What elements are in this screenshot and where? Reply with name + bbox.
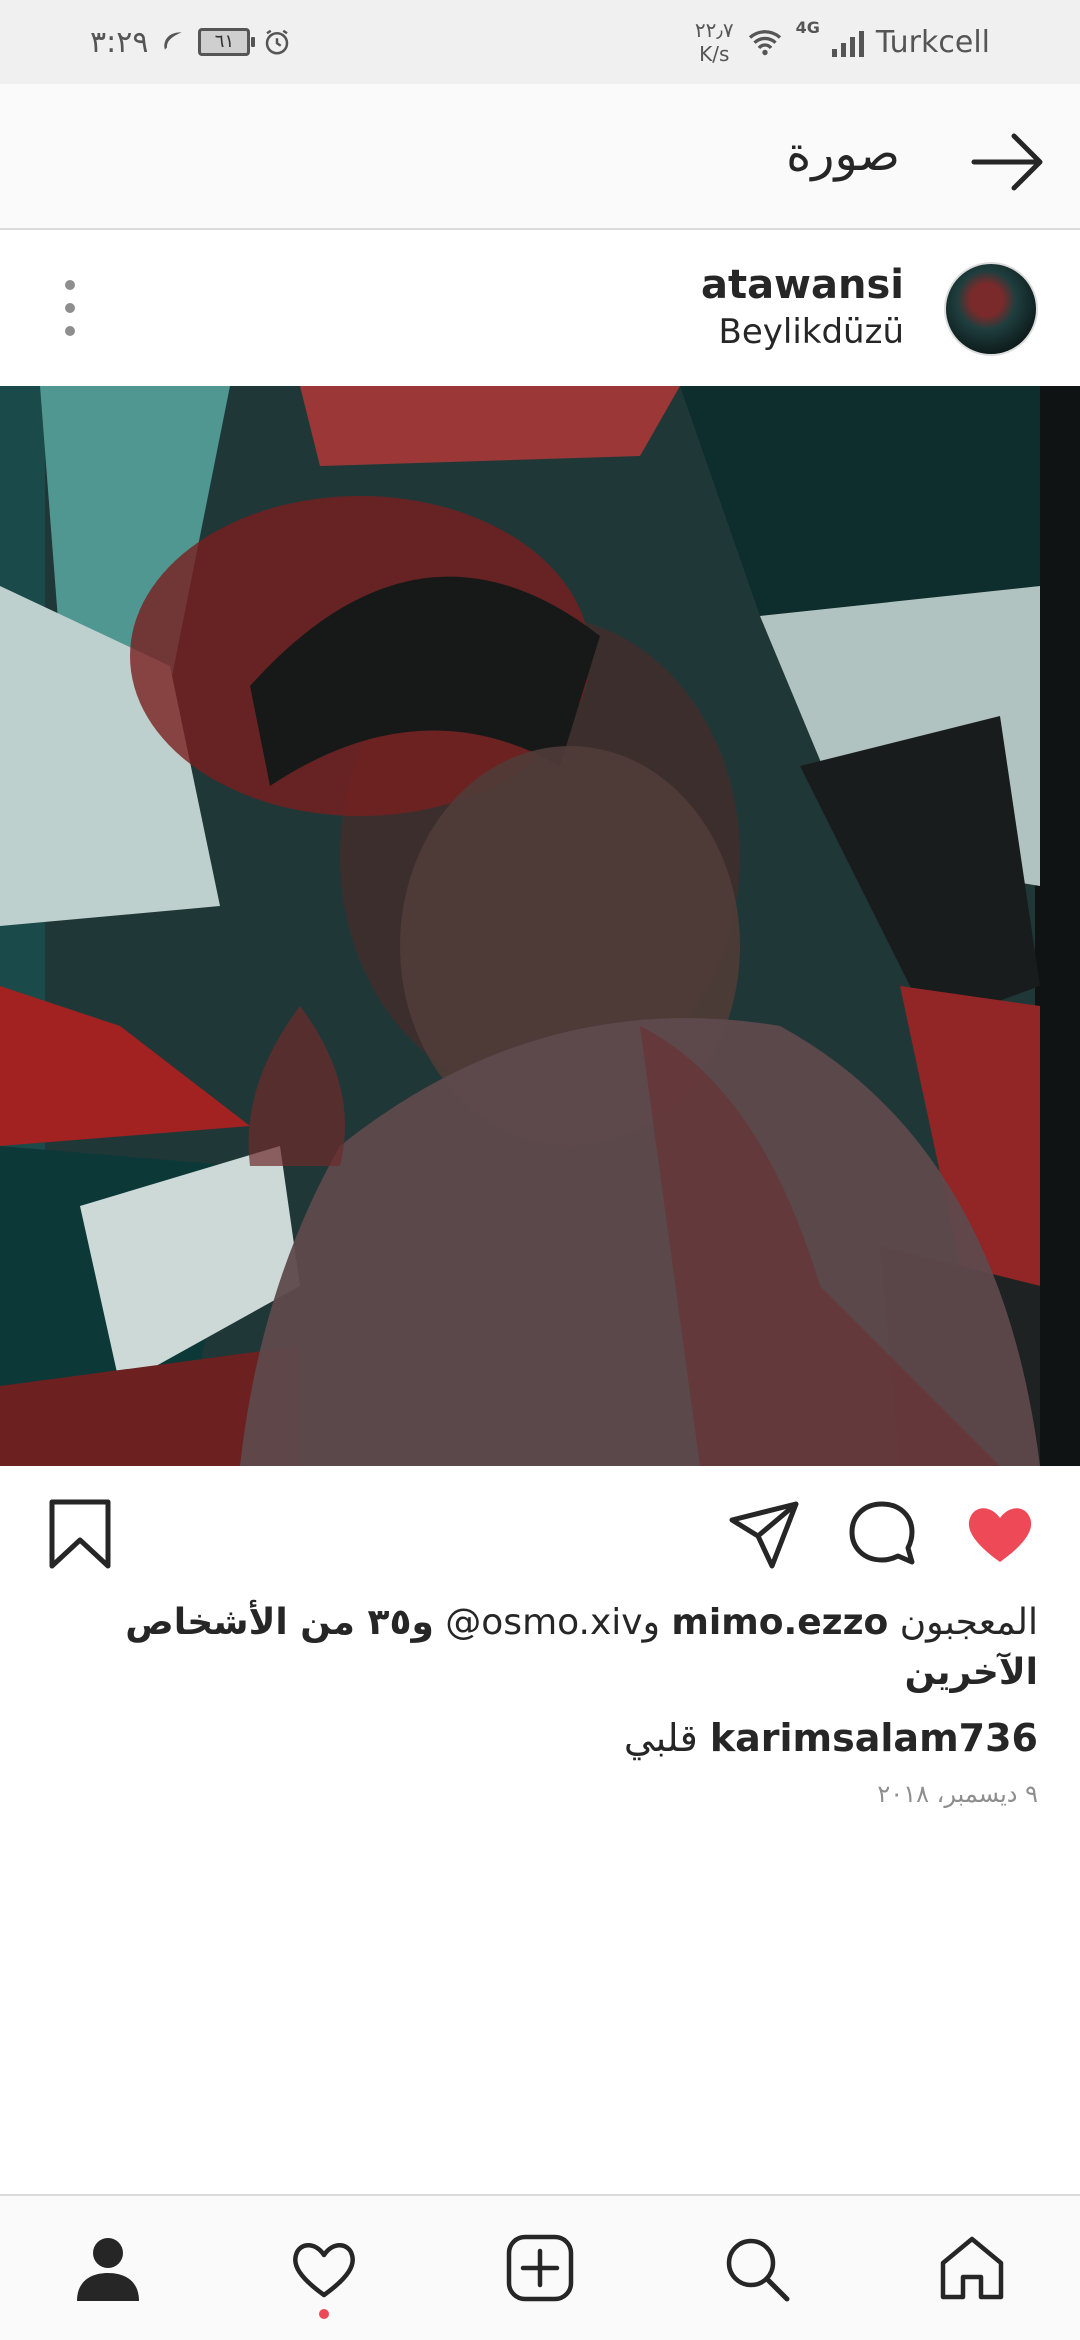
leaf-icon [164, 32, 183, 50]
likes-line: المعجبون mimo.ezzo وosmo.xiv@ و٣٥ من الأ… [42, 1598, 1038, 1698]
share-icon[interactable] [726, 1496, 802, 1572]
bottom-nav [0, 2194, 1080, 2340]
notification-dot [319, 2309, 329, 2319]
speed-value: ٢٢٫٧ [694, 18, 734, 42]
more-options-icon[interactable] [62, 280, 78, 336]
post-header: atawansi Beylikdüzü [0, 230, 1080, 386]
avatar[interactable] [944, 262, 1038, 356]
post-caption: karimsalam736 قلبي [42, 1712, 1038, 1764]
alarm-icon [266, 29, 289, 55]
post-photo[interactable] [0, 386, 1080, 1466]
wifi-icon [748, 30, 781, 56]
post-username[interactable]: atawansi [701, 262, 904, 308]
top-nav: صورة [0, 84, 1080, 230]
liker-username-2[interactable]: osmo.xiv@ [445, 1602, 642, 1643]
caption-text: قلبي [623, 1716, 698, 1760]
speed-unit: K/s [699, 42, 730, 66]
status-bar: ٣:٢٩ ٦١ ٢٢٫٧ K/s 4G Turkcell [0, 0, 1080, 84]
network-type: 4G [795, 18, 820, 37]
back-arrow-icon[interactable] [970, 124, 1046, 200]
caption-username[interactable]: karimsalam736 [710, 1716, 1038, 1760]
likes-prefix: المعجبون [899, 1602, 1038, 1643]
liker-username-1[interactable]: mimo.ezzo [671, 1602, 888, 1643]
likes-and: و [642, 1602, 660, 1643]
page-title: صورة [786, 126, 900, 182]
home-icon[interactable] [927, 2223, 1017, 2313]
post-actions [0, 1466, 1080, 1596]
post-location[interactable]: Beylikdüzü [719, 312, 904, 352]
comment-icon[interactable] [844, 1496, 920, 1572]
post-meta: المعجبون mimo.ezzo وosmo.xiv@ و٣٥ من الأ… [42, 1598, 1038, 1808]
clock-text: ٣:٢٩ [90, 24, 149, 60]
activity-icon[interactable] [279, 2223, 369, 2319]
search-icon[interactable] [711, 2223, 801, 2313]
photo-artwork [0, 386, 1080, 1466]
heart-icon[interactable] [962, 1496, 1038, 1572]
status-right: ٢٢٫٧ K/s 4G Turkcell [695, 18, 990, 66]
profile-icon[interactable] [63, 2223, 153, 2313]
post-date: ٩ ديسمبر، ٢٠١٨ [877, 1780, 1038, 1808]
carrier-name: Turkcell [875, 24, 990, 60]
bookmark-icon[interactable] [42, 1496, 118, 1572]
signal-icon [831, 27, 864, 57]
network-speed: ٢٢٫٧ K/s [695, 18, 734, 66]
battery-icon: ٦١ [198, 28, 256, 56]
add-icon[interactable] [495, 2223, 585, 2313]
status-left: ٣:٢٩ ٦١ [90, 25, 292, 60]
